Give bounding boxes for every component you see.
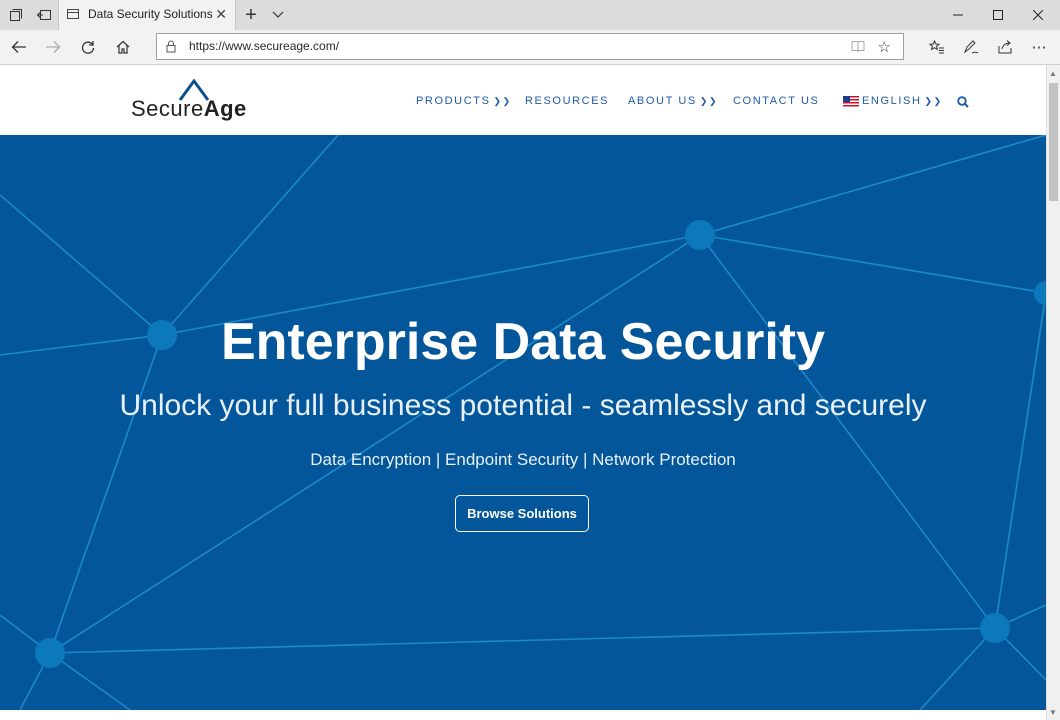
hero-title: Enterprise Data Security xyxy=(220,313,826,371)
chevron-down-icon: ❯❯ xyxy=(699,95,719,106)
browser-tab[interactable]: Data Security Solutions ✕ xyxy=(58,0,236,30)
scrollbar-thumb[interactable] xyxy=(1049,83,1058,201)
nav-resources[interactable]: RESOURCES xyxy=(525,95,609,107)
home-icon[interactable] xyxy=(106,30,140,64)
tab-title: Data Security Solutions xyxy=(88,7,213,21)
tab-actions-icon[interactable] xyxy=(2,0,30,30)
more-options-icon[interactable]: ⋯ xyxy=(1022,30,1056,64)
close-window-button[interactable] xyxy=(1016,0,1060,30)
share-icon[interactable] xyxy=(988,30,1022,64)
refresh-icon[interactable] xyxy=(71,30,105,64)
minimize-button[interactable] xyxy=(936,0,980,30)
new-tab-button[interactable]: + xyxy=(238,0,264,30)
tab-list-chevron-icon[interactable] xyxy=(266,0,290,30)
nav-language[interactable]: ENGLISH ❯❯ xyxy=(843,95,943,107)
browse-solutions-button[interactable]: Browse Solutions xyxy=(455,495,589,532)
nav-products[interactable]: PRODUCTS ❯❯ xyxy=(416,95,512,107)
tab-strip: Data Security Solutions ✕ + xyxy=(0,0,1060,31)
nav-contact-label: CONTACT US xyxy=(733,95,820,107)
scroll-down-icon[interactable]: ▼ xyxy=(1049,708,1057,717)
favorites-hub-icon[interactable] xyxy=(920,30,954,64)
address-bar[interactable]: https://www.secureage.com/ ☆ xyxy=(156,33,904,60)
favorite-star-icon[interactable]: ☆ xyxy=(878,38,891,56)
set-aside-tabs-icon[interactable] xyxy=(30,0,58,30)
chevron-down-icon: ❯❯ xyxy=(493,95,512,106)
nav-language-label: ENGLISH xyxy=(862,95,922,107)
hero-tagline: Data Encryption | Endpoint Security | Ne… xyxy=(310,450,736,469)
us-flag-icon xyxy=(843,95,859,107)
logo-prefix: Secure xyxy=(131,96,204,121)
site-header: SecureAge PRODUCTS ❯❯ RESOURCES ABOUT US ❯… xyxy=(0,65,1046,135)
forward-icon[interactable] xyxy=(36,30,70,64)
nav-resources-label: RESOURCES xyxy=(525,95,610,107)
nav-products-label: PRODUCTS xyxy=(416,95,491,107)
back-icon[interactable] xyxy=(2,30,36,64)
browser-toolbar: https://www.secureage.com/ ☆ ⋯ xyxy=(0,30,1060,65)
scroll-up-icon[interactable]: ▲ xyxy=(1049,69,1057,78)
nav-about[interactable]: ABOUT US ❯❯ xyxy=(628,95,718,107)
page-favicon-icon xyxy=(67,9,79,19)
logo-text: SecureAge xyxy=(131,96,247,122)
pen-notes-icon[interactable] xyxy=(954,30,988,64)
chevron-down-icon: ❯❯ xyxy=(924,95,943,106)
lock-icon[interactable] xyxy=(166,40,176,58)
web-page: SecureAge PRODUCTS ❯❯ RESOURCES ABOUT US ❯… xyxy=(0,65,1046,720)
logo-suffix: Age xyxy=(203,96,247,121)
nav-contact[interactable]: CONTACT US xyxy=(733,95,820,107)
url-text[interactable]: https://www.secureage.com/ xyxy=(189,39,339,53)
vertical-scrollbar[interactable]: ▲ ▼ xyxy=(1046,65,1060,720)
nav-about-label: ABOUT US xyxy=(628,95,697,107)
secureage-logo[interactable]: SecureAge xyxy=(131,79,261,125)
reading-view-icon[interactable] xyxy=(851,39,865,58)
tab-close-icon[interactable]: ✕ xyxy=(215,6,227,23)
hero-section: Enterprise Data Security Unlock your ful… xyxy=(0,135,1046,710)
hero-subtitle: Unlock your full business potential - se… xyxy=(119,389,927,422)
maximize-button[interactable] xyxy=(976,0,1020,30)
search-icon[interactable] xyxy=(957,95,969,113)
